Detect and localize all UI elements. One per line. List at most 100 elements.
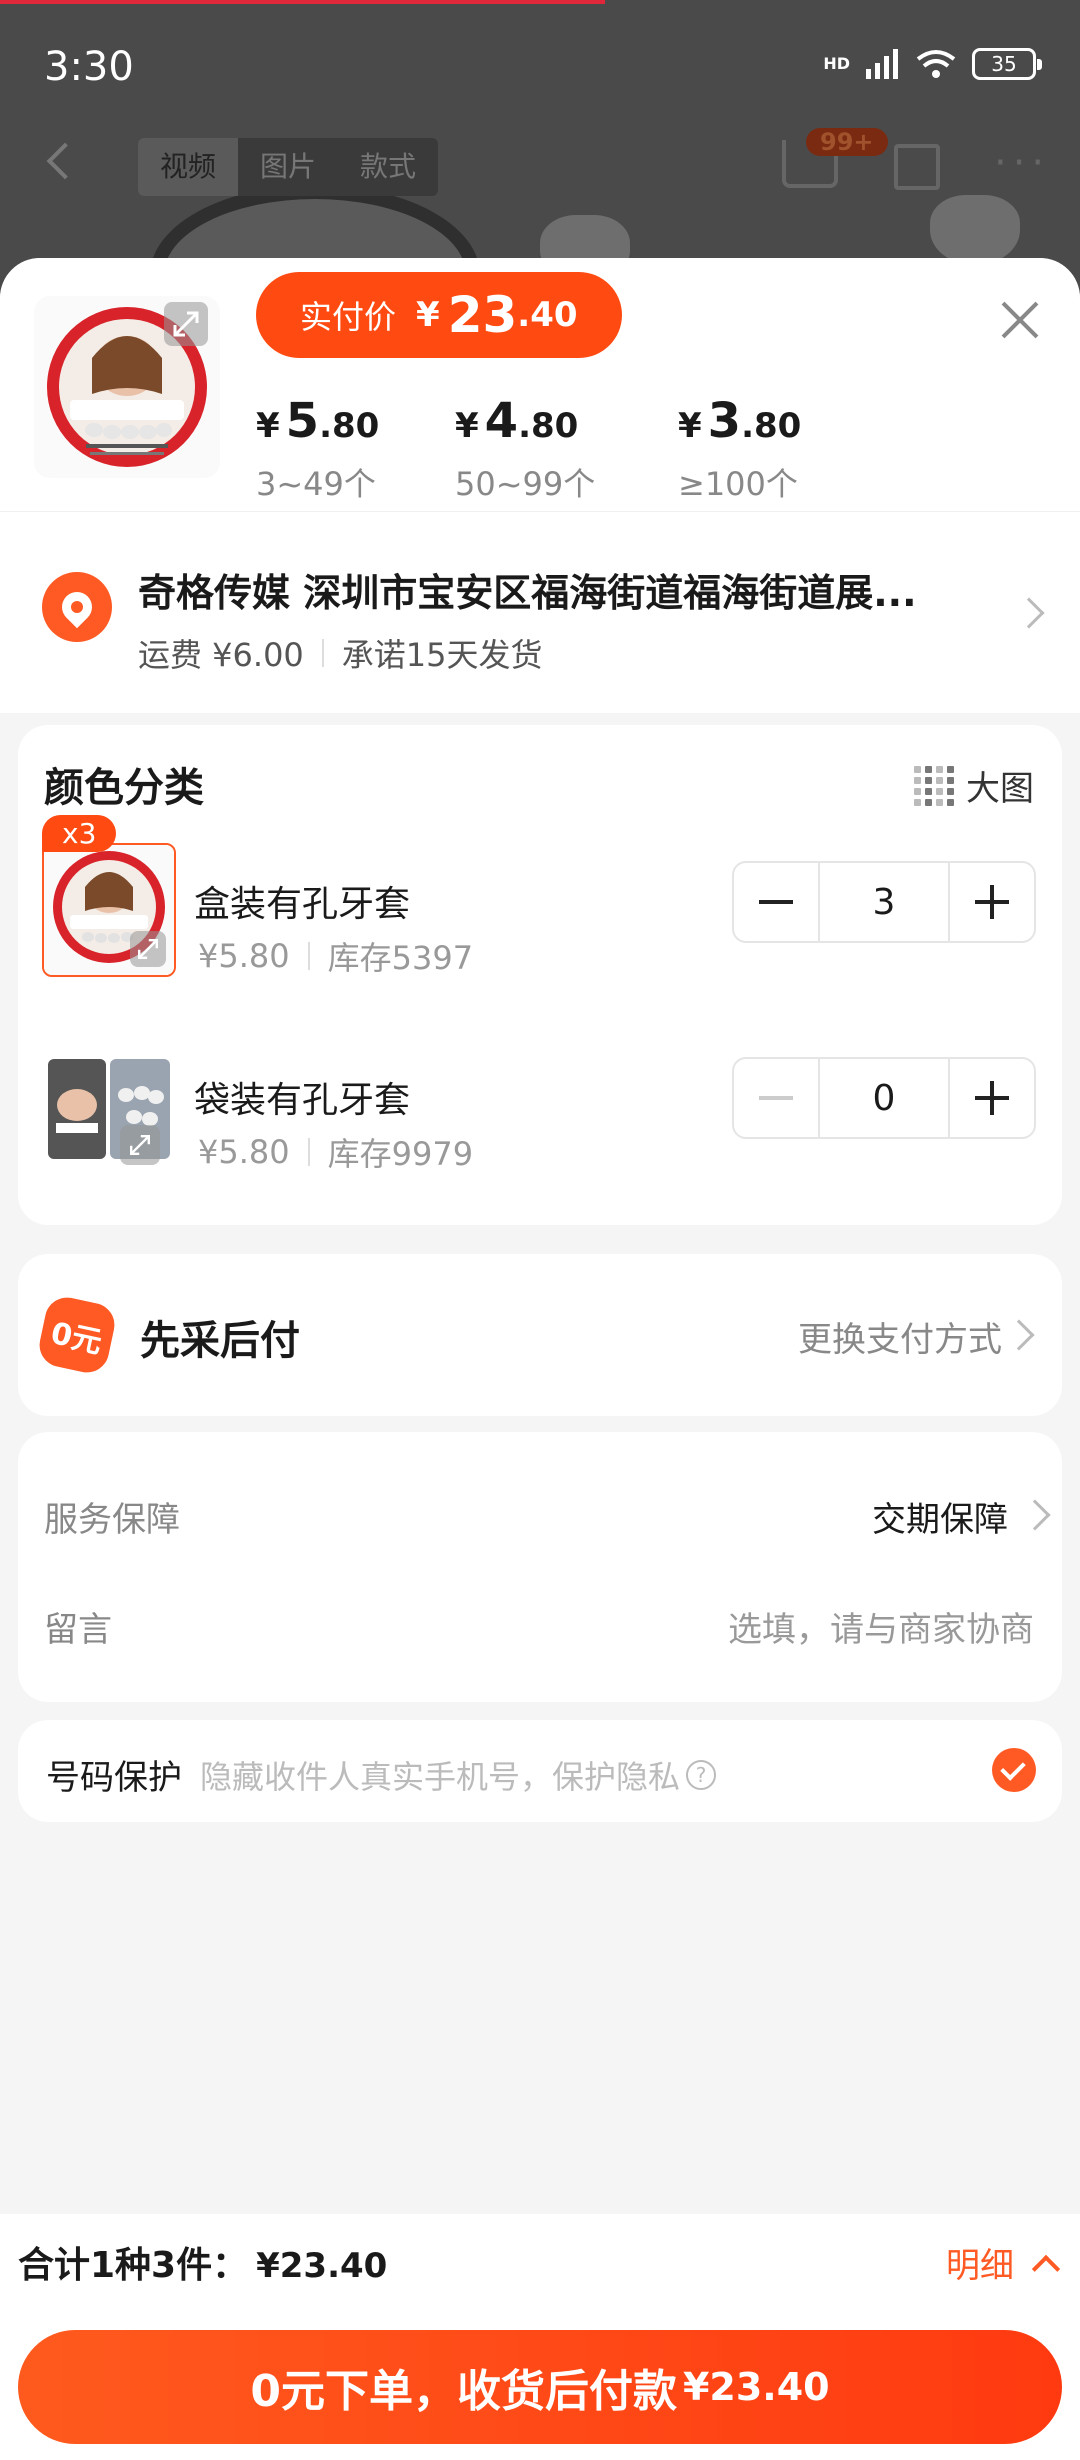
product-thumbnail[interactable] bbox=[34, 296, 220, 478]
price-tier: ¥4.80 50~99个 bbox=[455, 393, 595, 505]
sku-thumbnail-boxed[interactable] bbox=[42, 843, 176, 977]
detail-label: 明细 bbox=[946, 2246, 1014, 2286]
increase-button[interactable] bbox=[950, 1059, 1034, 1137]
increase-button[interactable] bbox=[950, 863, 1034, 941]
privacy-checkbox[interactable] bbox=[992, 1748, 1036, 1792]
media-tabs: 视频 图片 款式 bbox=[138, 138, 439, 196]
pay-later-icon: 0元 bbox=[35, 1293, 119, 1377]
close-icon[interactable] bbox=[1000, 300, 1040, 340]
message-input[interactable]: 选填，请与商家协商 bbox=[728, 1602, 1034, 1651]
cta-amount: ¥23.40 bbox=[682, 2365, 830, 2409]
tier-price-int: 4 bbox=[484, 393, 519, 449]
chevron-up-icon bbox=[1031, 2254, 1061, 2283]
tier-price-int: 3 bbox=[707, 393, 742, 449]
tier-quantity: 3~49个 bbox=[256, 465, 376, 503]
guarantee-value[interactable]: 交期保障 bbox=[872, 1492, 1008, 1541]
sku-thumbnail-bagged[interactable] bbox=[42, 1039, 176, 1173]
chevron-right-icon bbox=[1019, 1499, 1051, 1531]
decrease-button[interactable] bbox=[734, 1059, 818, 1137]
divider bbox=[307, 942, 310, 970]
price-decimal: .40 bbox=[517, 295, 578, 335]
message-label: 留言 bbox=[44, 1610, 112, 1650]
sku-meta: ¥5.80 库存9979 bbox=[198, 1129, 473, 1175]
cart-badge: 99+ bbox=[806, 128, 888, 156]
shipping-info: 运费 ¥6.00 承诺15天发货 bbox=[138, 630, 543, 676]
tab-images: 图片 bbox=[260, 150, 317, 183]
decrease-button[interactable] bbox=[734, 863, 818, 941]
sku-meta: ¥5.80 库存5397 bbox=[198, 933, 473, 979]
delivery-promise: 承诺15天发货 bbox=[341, 636, 543, 674]
minus-icon bbox=[759, 900, 793, 904]
total-label: 合计1种3件： bbox=[18, 2245, 249, 2286]
grid-icon bbox=[914, 765, 954, 806]
service-card: 服务保障 交期保障 留言 选填，请与商家协商 bbox=[18, 1432, 1062, 1702]
quantity-value[interactable]: 0 bbox=[818, 1059, 950, 1137]
background-nav: 视频 图片 款式 99+ ··· bbox=[0, 128, 1080, 200]
signal-icon bbox=[866, 49, 898, 79]
tab-styles: 款式 bbox=[360, 150, 417, 183]
sku-name: 盒装有孔牙套 bbox=[194, 884, 411, 925]
payment-title: 先采后付 bbox=[140, 1318, 300, 1364]
tab-video: 视频 bbox=[138, 138, 239, 196]
expand-icon[interactable] bbox=[120, 1125, 160, 1165]
tier-currency: ¥ bbox=[256, 406, 280, 446]
shipping-fee: 运费 ¥6.00 bbox=[138, 636, 304, 674]
battery-icon: 35 bbox=[972, 48, 1042, 80]
shipping-address-row[interactable]: 奇格传媒 深圳市宝安区福海街道福海街道展... 运费 ¥6.00 承诺15天发货 bbox=[0, 511, 1080, 713]
expand-icon[interactable] bbox=[130, 931, 166, 967]
divider bbox=[307, 1138, 310, 1166]
privacy-desc: 隐藏收件人真实手机号，保护隐私 ? bbox=[200, 1752, 717, 1798]
place-order-button[interactable]: 0元下单，收货后付款 ¥23.40 bbox=[18, 2330, 1062, 2444]
price-tier: ¥3.80 ≥100个 bbox=[678, 393, 801, 505]
detail-toggle[interactable]: 明细 bbox=[946, 2238, 1061, 2287]
tier-price-dec: .80 bbox=[319, 406, 380, 446]
sku-selection-sheet: 实付价 ¥ 23 .40 ¥5.80 3~49个 ¥4.80 50~99个 ¥3… bbox=[0, 258, 1080, 2460]
currency-symbol: ¥ bbox=[416, 295, 440, 335]
more-icon: ··· bbox=[994, 140, 1051, 186]
guarantee-label: 服务保障 bbox=[44, 1500, 180, 1540]
actual-price-pill: 实付价 ¥ 23 .40 bbox=[256, 272, 622, 358]
back-icon bbox=[46, 142, 84, 180]
help-icon[interactable]: ? bbox=[686, 1760, 717, 1790]
sku-stock: 库存9979 bbox=[327, 1135, 474, 1173]
chevron-right-icon bbox=[1013, 597, 1045, 629]
total-amount: ¥23.40 bbox=[256, 2246, 388, 2286]
tier-quantity: 50~99个 bbox=[455, 465, 596, 503]
background-tooth-image bbox=[930, 195, 1020, 265]
tier-price-int: 5 bbox=[285, 393, 320, 449]
chevron-right-icon bbox=[1003, 1319, 1035, 1351]
wifi-icon bbox=[916, 50, 956, 78]
cta-label: 0元下单，收货后付款 bbox=[250, 2366, 677, 2417]
actual-price-label: 实付价 bbox=[300, 298, 397, 336]
payment-method-card[interactable]: 0元 先采后付 更换支付方式 bbox=[18, 1254, 1062, 1416]
sku-stock: 库存5397 bbox=[327, 939, 474, 977]
sku-price: ¥5.80 bbox=[198, 937, 290, 975]
location-pin-icon bbox=[42, 572, 112, 642]
tier-quantity: ≥100个 bbox=[678, 465, 798, 503]
hd-label: HD bbox=[823, 54, 850, 73]
selected-count-badge: x3 bbox=[42, 815, 117, 852]
tier-price-dec: .80 bbox=[741, 406, 802, 446]
checkout-footer: 合计1种3件： ¥23.40 明细 0元下单，收货后付款 ¥23.40 bbox=[0, 2214, 1080, 2460]
quantity-stepper: 0 bbox=[732, 1057, 1036, 1139]
change-payment-link[interactable]: 更换支付方式 bbox=[798, 1312, 1002, 1361]
quantity-stepper: 3 bbox=[732, 861, 1036, 943]
tier-currency: ¥ bbox=[678, 406, 702, 446]
status-icons: HD 35 bbox=[823, 48, 1042, 80]
divider bbox=[321, 639, 324, 667]
share-icon bbox=[894, 144, 940, 190]
order-total: 合计1种3件： ¥23.40 bbox=[18, 2236, 387, 2288]
big-image-label: 大图 bbox=[966, 769, 1034, 809]
expand-icon[interactable] bbox=[164, 302, 208, 346]
sku-price: ¥5.80 bbox=[198, 1133, 290, 1171]
status-bar: 3:30 HD 35 bbox=[0, 0, 1080, 130]
price-integer: 23 bbox=[447, 286, 518, 344]
tier-price-dec: .80 bbox=[518, 406, 579, 446]
privacy-desc-text: 隐藏收件人真实手机号，保护隐私 bbox=[200, 1758, 681, 1796]
color-options-card: 颜色分类 大图 x3 盒装有孔牙套 ¥5.80 库存5397 3 袋装有孔牙套 … bbox=[18, 725, 1062, 1225]
tier-currency: ¥ bbox=[455, 406, 479, 446]
minus-icon bbox=[759, 1096, 793, 1100]
big-image-toggle[interactable]: 大图 bbox=[914, 761, 1034, 810]
sheet-header: 实付价 ¥ 23 .40 ¥5.80 3~49个 ¥4.80 50~99个 ¥3… bbox=[0, 258, 1080, 511]
quantity-value[interactable]: 3 bbox=[818, 863, 950, 941]
